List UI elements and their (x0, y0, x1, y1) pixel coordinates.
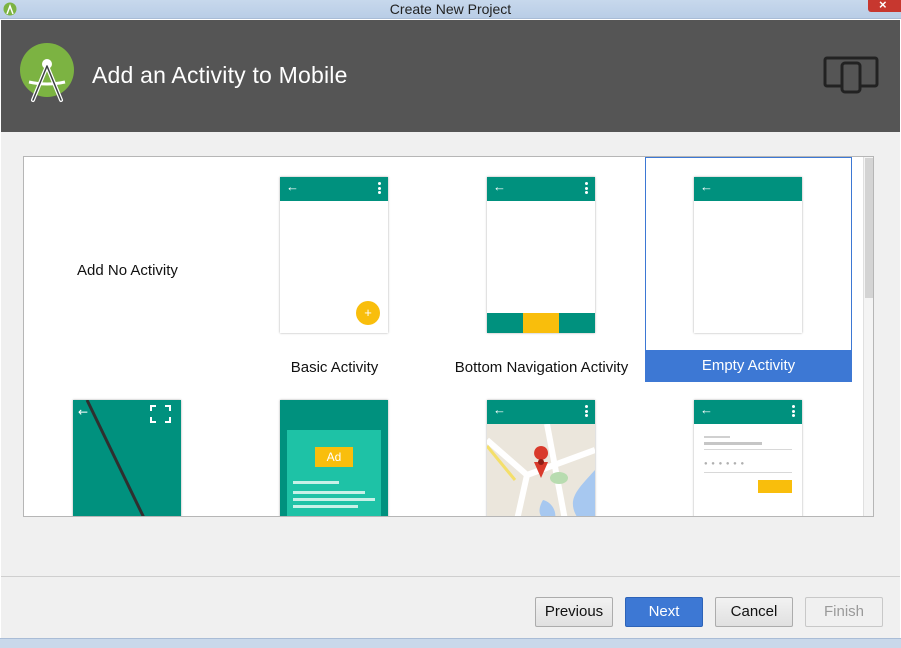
app-bar: ← (280, 177, 388, 201)
app-bar: ← (694, 400, 802, 424)
ad-card (287, 430, 381, 516)
app-bar: ← (487, 400, 595, 424)
overflow-menu-icon (378, 182, 381, 194)
activity-tile-empty-activity[interactable]: ← Empty Activity (645, 157, 852, 382)
activity-tile-bottom-navigation[interactable]: ← Bottom Navigation Activity (438, 157, 645, 382)
arrow-back-icon: ← (700, 179, 713, 194)
cancel-button[interactable]: Cancel (715, 597, 793, 627)
template-preview: ← (487, 400, 595, 516)
android-studio-logo (20, 43, 74, 102)
activity-tile-basic-activity[interactable]: ← + Basic Activity (231, 157, 438, 382)
overflow-menu-icon (792, 405, 795, 417)
ad-badge: Ad (315, 447, 353, 467)
activity-label: Empty Activity (646, 350, 851, 381)
previous-button[interactable]: Previous (535, 597, 613, 627)
template-preview: ← (73, 400, 181, 516)
page-title: Add an Activity to Mobile (92, 62, 348, 88)
arrow-back-icon: ← (286, 179, 299, 194)
next-button[interactable]: Next (625, 597, 703, 627)
template-preview: Ad (280, 400, 388, 516)
activity-label: Basic Activity (290, 359, 379, 376)
template-preview: ← ● ● ● ● ● ● (694, 400, 802, 516)
window-close-button[interactable]: × (868, 0, 901, 12)
app-bar: ← (487, 177, 595, 201)
arrow-back-icon: ← (493, 179, 506, 194)
svg-text:←: ← (78, 405, 88, 419)
activity-tile-add-no-activity[interactable]: Add No Activity (24, 157, 231, 382)
activity-tile-login[interactable]: ← ● ● ● ● ● ● (645, 382, 852, 516)
gallery-scrollbar[interactable] (863, 157, 873, 516)
window-title-bar: Create New Project × (0, 0, 901, 19)
floating-action-button-icon: + (356, 301, 380, 325)
activity-gallery[interactable]: Add No Activity ← + Basic Activity ← Bot… (23, 156, 874, 517)
mobile-device-icon (823, 56, 879, 94)
activity-label: Bottom Navigation Activity (454, 359, 629, 376)
arrow-back-icon: ← (700, 402, 713, 417)
arrow-back-icon: ← (493, 402, 506, 417)
overflow-menu-icon (585, 405, 588, 417)
app-bar: ← (694, 177, 802, 201)
activity-tile-admob[interactable]: Ad (231, 382, 438, 516)
template-preview: ← + (280, 177, 388, 333)
overflow-menu-icon (585, 182, 588, 194)
wizard-header: Add an Activity to Mobile (1, 20, 900, 132)
window-title: Create New Project (389, 1, 512, 17)
template-preview: ← (694, 177, 802, 333)
activity-label: Add No Activity (77, 262, 178, 279)
activity-tile-fullscreen[interactable]: ← (24, 382, 231, 516)
template-preview: ← (487, 177, 595, 333)
password-dots: ● ● ● ● ● ● (704, 461, 746, 467)
fullscreen-preview: ← (78, 400, 171, 516)
bottom-navigation-bar (487, 313, 595, 333)
scrollbar-thumb[interactable] (865, 158, 873, 298)
finish-button[interactable]: Finish (805, 597, 883, 627)
window-bottom-edge (0, 638, 901, 648)
sign-in-button-preview (758, 480, 792, 493)
activity-tile-google-maps[interactable]: ← (438, 382, 645, 516)
close-icon: × (879, 0, 887, 12)
